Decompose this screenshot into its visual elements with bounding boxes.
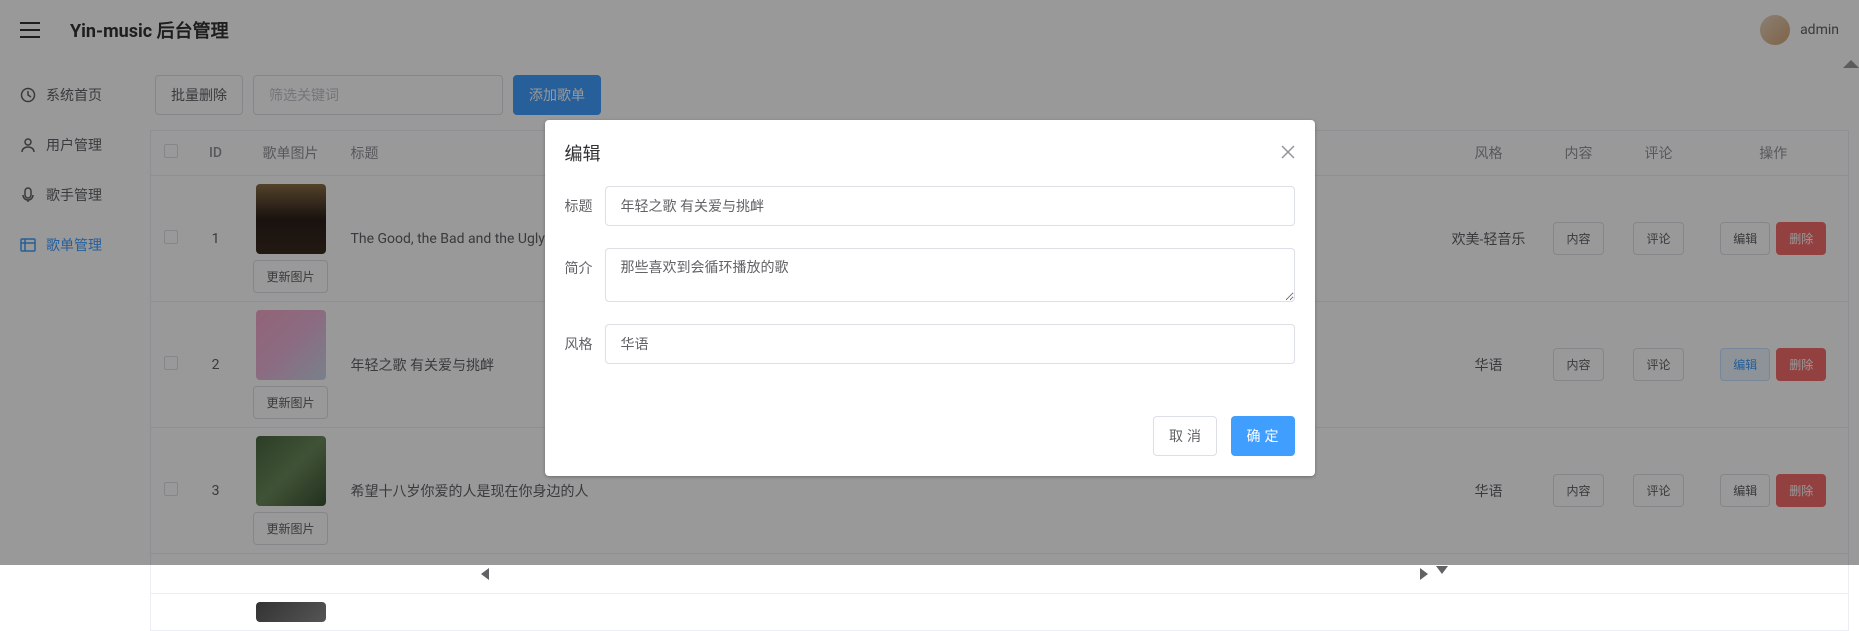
cancel-button[interactable]: 取消 [1153, 416, 1217, 456]
style-input[interactable] [605, 324, 1295, 364]
page-prev-icon[interactable] [481, 568, 489, 580]
label-style: 风格 [565, 324, 605, 354]
label-intro: 简介 [565, 248, 605, 278]
modal-title: 编辑 [565, 140, 601, 166]
label-title: 标题 [565, 186, 605, 216]
intro-textarea[interactable] [605, 248, 1295, 302]
page-next-icon[interactable] [1420, 568, 1428, 580]
confirm-button[interactable]: 确定 [1231, 416, 1295, 456]
edit-modal: 编辑 标题 简介 风格 取消 确定 [545, 120, 1315, 476]
table-row [151, 594, 1849, 631]
title-input[interactable] [605, 186, 1295, 226]
chevron-down-icon[interactable] [1436, 566, 1448, 574]
close-icon[interactable] [1281, 144, 1295, 163]
cover-image [256, 602, 326, 622]
